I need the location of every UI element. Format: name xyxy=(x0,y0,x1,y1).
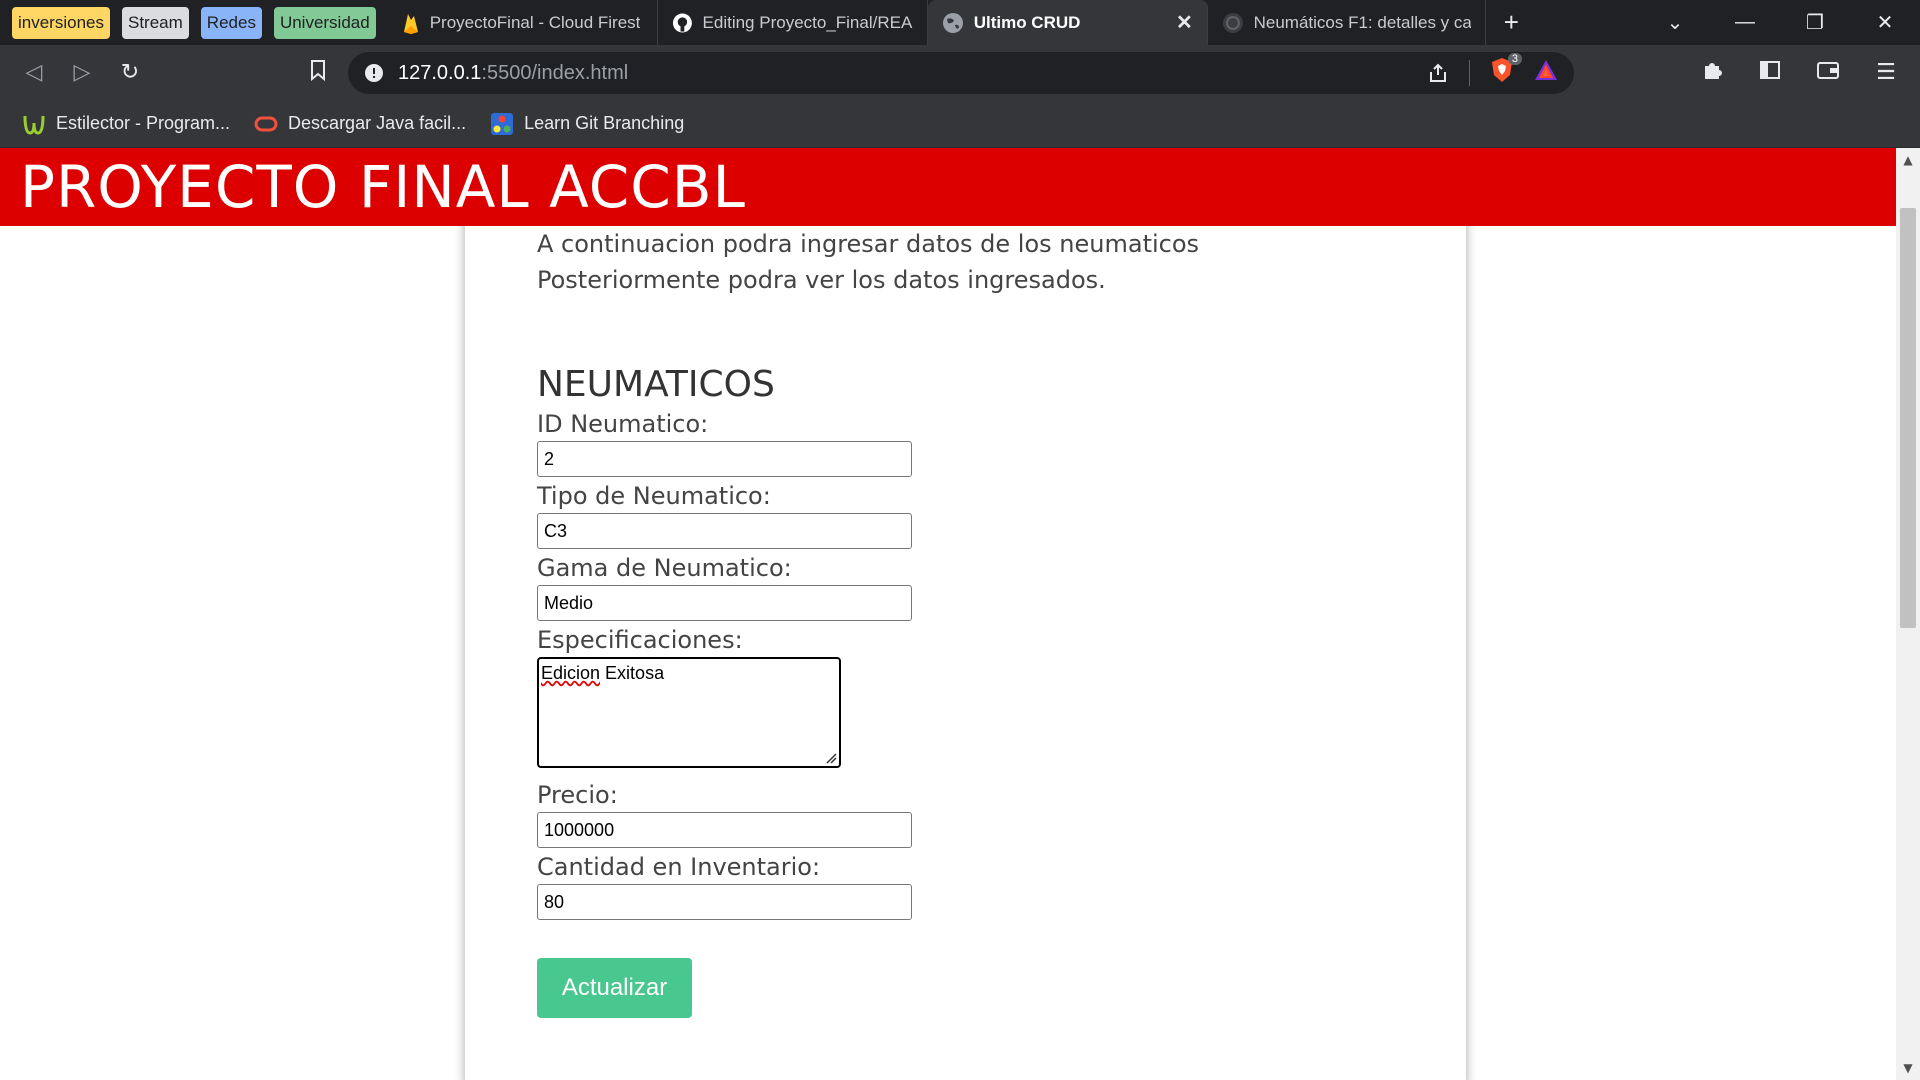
restore-icon[interactable]: ❐ xyxy=(1780,10,1850,35)
bookmarks-bar: Estilector - Program... Descargar Java f… xyxy=(0,100,1920,148)
page-viewport: PROYECTO FINAL ACCBL A continuacion podr… xyxy=(0,148,1920,1080)
sidebar-icon[interactable] xyxy=(1746,59,1794,87)
tab-title: ProyectoFinal - Cloud Firest xyxy=(429,12,641,32)
especificaciones-label: Especificaciones: xyxy=(537,626,743,654)
toolbar-right: ☰ xyxy=(1688,45,1910,100)
cantidad-inventario-input[interactable] xyxy=(537,884,912,920)
tab-title: Editing Proyecto_Final/READ xyxy=(702,12,913,32)
bookmark-learn-git-branching[interactable]: Learn Git Branching xyxy=(490,112,684,136)
firebase-icon xyxy=(403,13,418,34)
url-host: 127.0.0.1 xyxy=(398,61,482,84)
section-title: NEUMATICOS xyxy=(537,364,775,405)
tab-group-inversiones[interactable]: inversiones xyxy=(12,6,110,39)
window-close-icon[interactable]: ✕ xyxy=(1850,10,1920,35)
back-icon[interactable]: ◁ xyxy=(10,60,58,85)
oracle-icon xyxy=(254,116,278,131)
bookmark-label: Descargar Java facil... xyxy=(288,113,467,133)
scroll-up-arrow-icon[interactable]: ▲ xyxy=(1896,148,1920,172)
github-icon xyxy=(672,13,692,32)
bookmark-label: Learn Git Branching xyxy=(524,113,685,133)
tab-search-chevron-icon[interactable]: ⌄ xyxy=(1640,10,1710,35)
forward-icon[interactable]: ▷ xyxy=(58,60,106,85)
tab-title: Ultimo CRUD xyxy=(973,12,1081,32)
form-content: A continuacion podra ingresar datos de l… xyxy=(537,226,1397,1018)
url-path: :5500/index.html xyxy=(481,61,629,84)
estilector-icon xyxy=(23,115,45,135)
cantidad-label: Cantidad en Inventario: xyxy=(537,853,821,881)
tab-title: Neumáticos F1: detalles y ca xyxy=(1253,12,1471,32)
tab-neumaticos-f1[interactable]: Neumáticos F1: detalles y ca xyxy=(1208,0,1486,45)
actualizar-button[interactable]: Actualizar xyxy=(537,958,692,1018)
misspelled-word: Edicion xyxy=(541,663,601,683)
brave-shields-icon[interactable]: 3 xyxy=(1490,53,1522,89)
scroll-down-arrow-icon[interactable]: ▼ xyxy=(1896,1056,1920,1080)
tipo-label: Tipo de Neumatico: xyxy=(537,482,771,510)
especificaciones-textarea[interactable]: Edicion Exitosa xyxy=(537,657,841,768)
new-tab-plus-icon[interactable]: + xyxy=(1486,7,1537,38)
extensions-puzzle-icon[interactable] xyxy=(1688,59,1736,87)
scroll-thumb[interactable] xyxy=(1900,208,1916,628)
intro-line-1: A continuacion podra ingresar datos de l… xyxy=(537,230,1200,258)
tab-github-editing[interactable]: Editing Proyecto_Final/READ xyxy=(658,0,928,45)
close-icon[interactable]: ✕ xyxy=(1176,10,1193,35)
textarea-text: Exitosa xyxy=(600,663,665,683)
gama-label: Gama de Neumatico: xyxy=(537,554,792,582)
id-neumatico-input[interactable] xyxy=(537,441,912,477)
precio-label: Precio: xyxy=(537,781,618,809)
divider xyxy=(1469,60,1470,86)
bookmark-descargar-java[interactable]: Descargar Java facil... xyxy=(254,113,466,134)
minimize-icon[interactable]: — xyxy=(1710,11,1780,34)
f1-icon xyxy=(1222,12,1243,33)
browser-toolbar: ◁ ▷ ↻ 127.0.0.1:5500/index.html 3 ☰ xyxy=(0,45,1920,100)
main-card: A continuacion podra ingresar datos de l… xyxy=(465,148,1466,1080)
info-icon[interactable] xyxy=(364,63,384,83)
tipo-neumatico-input[interactable] xyxy=(537,513,912,549)
tab-group-universidad[interactable]: Universidad xyxy=(273,6,376,39)
window-controls: ⌄ — ❐ ✕ xyxy=(1640,0,1920,45)
bookmark-icon[interactable] xyxy=(294,59,342,87)
reload-icon[interactable]: ↻ xyxy=(106,60,154,85)
resize-grip-icon[interactable] xyxy=(825,752,837,764)
wallet-icon[interactable] xyxy=(1804,59,1852,87)
page-banner: PROYECTO FINAL ACCBL xyxy=(0,148,1896,226)
bookmark-estilector[interactable]: Estilector - Program... xyxy=(22,113,230,135)
tab-proyectofinal-firestore[interactable]: ProyectoFinal - Cloud Firest xyxy=(388,0,658,45)
menu-icon[interactable]: ☰ xyxy=(1862,60,1910,85)
gama-neumatico-input[interactable] xyxy=(537,585,912,621)
id-label: ID Neumatico: xyxy=(537,410,709,438)
page-scrollbar[interactable]: ▲ ▼ xyxy=(1896,148,1920,1080)
globe-icon xyxy=(942,12,963,33)
tab-group-stream[interactable]: Stream xyxy=(122,6,189,39)
tab-strip: inversiones Stream Redes Universidad Pro… xyxy=(0,0,1920,45)
address-bar[interactable]: 127.0.0.1:5500/index.html 3 xyxy=(348,52,1574,94)
banner-title: PROYECTO FINAL ACCBL xyxy=(20,153,746,221)
tab-ultimo-crud[interactable]: Ultimo CRUD ✕ xyxy=(927,0,1208,45)
precio-input[interactable] xyxy=(537,812,912,848)
git-branching-icon xyxy=(491,112,514,135)
tab-group-redes[interactable]: Redes xyxy=(200,6,262,39)
share-icon[interactable] xyxy=(1427,62,1449,84)
bookmark-label: Estilector - Program... xyxy=(56,113,231,133)
brave-rewards-icon[interactable] xyxy=(1534,59,1558,87)
intro-line-2: Posteriormente podra ver los datos ingre… xyxy=(537,266,1106,294)
shields-badge: 3 xyxy=(1507,53,1522,65)
